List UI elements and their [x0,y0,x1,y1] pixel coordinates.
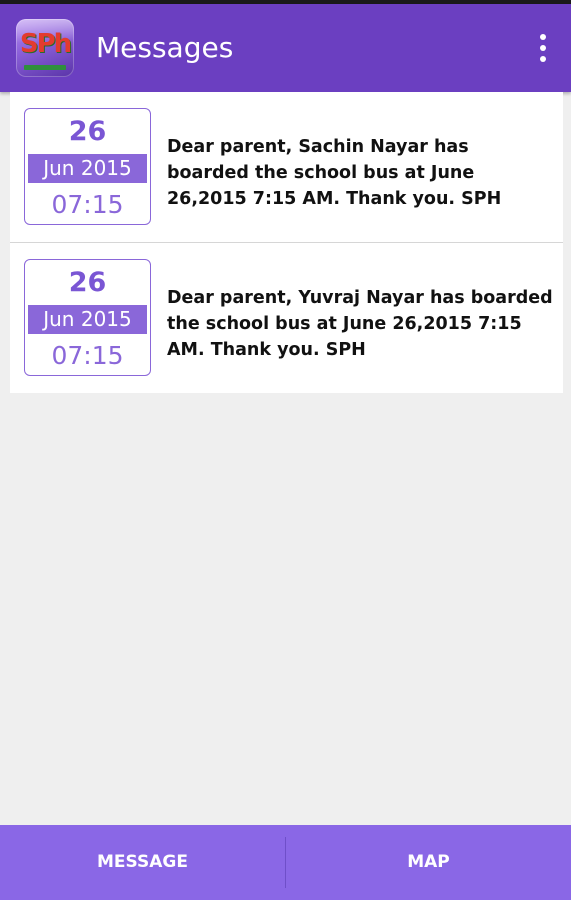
menu-dot [540,34,546,40]
message-item[interactable]: 26 Jun 2015 07:15 Dear parent, Yuvraj Na… [10,243,563,393]
logo-bar [24,65,66,70]
tab-message[interactable]: MESSAGE [0,825,285,900]
logo-text: SPh [19,29,72,59]
date-card: 26 Jun 2015 07:15 [24,108,151,225]
more-vert-icon[interactable] [528,30,558,66]
message-list: 26 Jun 2015 07:15 Dear parent, Sachin Na… [10,92,563,393]
date-time: 07:15 [51,341,124,370]
menu-dot [540,45,546,51]
tab-map[interactable]: MAP [286,825,571,900]
date-card: 26 Jun 2015 07:15 [24,259,151,376]
date-month-year: Jun 2015 [28,305,147,334]
date-day: 26 [68,116,107,147]
menu-dot [540,56,546,62]
page-title: Messages [96,31,234,64]
message-item[interactable]: 26 Jun 2015 07:15 Dear parent, Sachin Na… [10,92,563,243]
bottom-nav-bar: MESSAGE MAP [0,825,571,900]
date-month-year: Jun 2015 [28,154,147,183]
date-day: 26 [68,267,107,298]
message-text: Dear parent, Sachin Nayar has boarded th… [167,137,502,209]
app-logo: SPh [16,19,74,77]
message-text: Dear parent, Yuvraj Nayar has boarded th… [167,288,553,360]
date-time: 07:15 [51,190,124,219]
app-bar: SPh Messages [0,4,571,92]
